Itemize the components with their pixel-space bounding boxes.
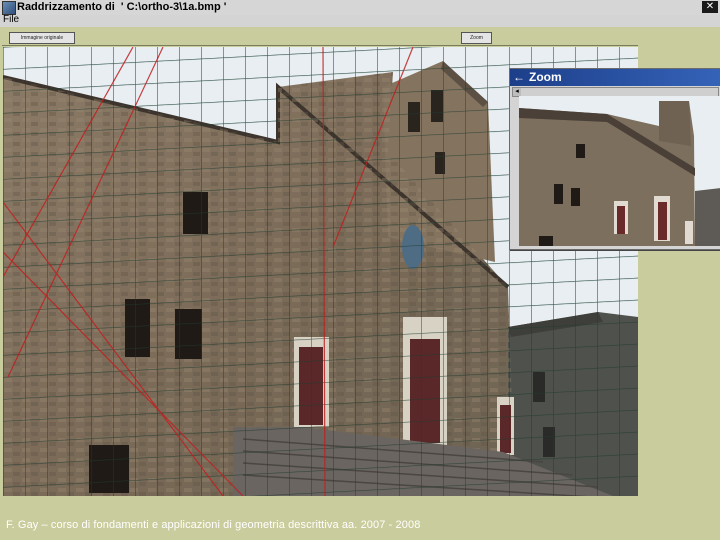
menu-bar: File <box>0 14 720 27</box>
back-arrow-icon[interactable]: ← <box>513 69 525 86</box>
zoom-building-photo <box>519 96 720 246</box>
menu-file[interactable]: File <box>3 14 19 25</box>
zoom-title: Zoom <box>529 70 562 84</box>
app-icon <box>2 1 16 15</box>
original-image-button[interactable]: Immagine originale <box>9 32 75 44</box>
zoom-title-bar[interactable]: ← Zoom <box>510 69 720 86</box>
zoom-preview <box>519 96 720 246</box>
toolbar: Immagine originale Zoom <box>0 27 720 47</box>
scroll-left-icon[interactable]: ◂ <box>513 88 521 96</box>
footer-credit: F. Gay – corso di fondamenti e applicazi… <box>6 519 421 531</box>
toolbar-divider <box>2 45 638 46</box>
close-button[interactable]: ✕ <box>702 1 718 13</box>
zoom-button[interactable]: Zoom <box>461 32 492 44</box>
zoom-window[interactable]: ← Zoom ◂ <box>509 68 720 250</box>
window-title-bar: Raddrizzamento di ' C:\ortho-3\1a.bmp ' … <box>0 0 720 16</box>
window-title: Raddrizzamento di ' C:\ortho-3\1a.bmp ' <box>17 1 227 13</box>
